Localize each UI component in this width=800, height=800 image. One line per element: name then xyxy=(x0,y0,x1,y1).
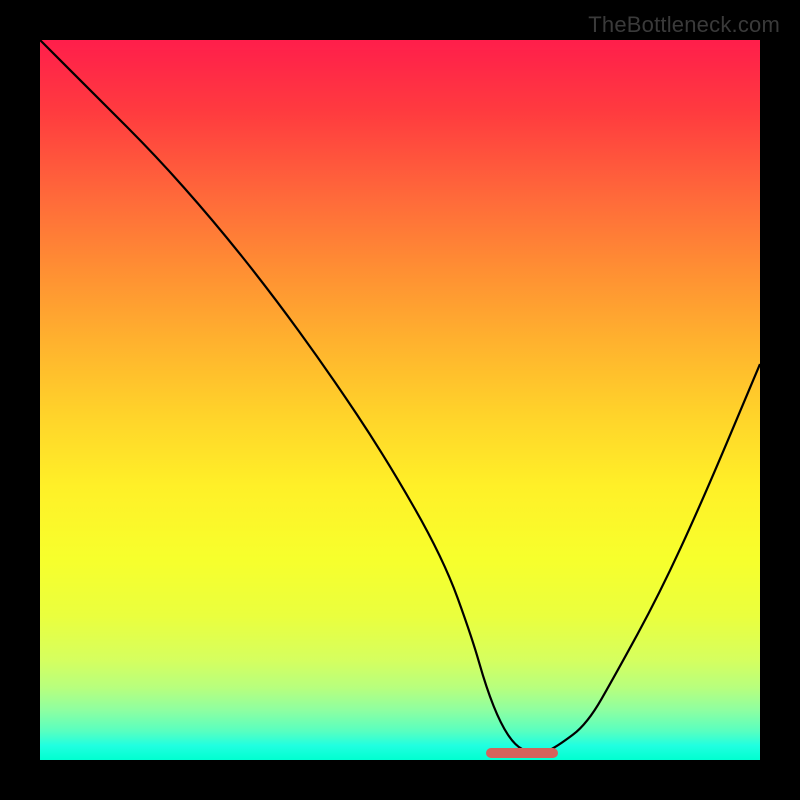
minimum-highlight xyxy=(486,748,558,758)
curve-line xyxy=(40,40,760,753)
attribution-label: TheBottleneck.com xyxy=(588,12,780,38)
bottleneck-curve xyxy=(40,40,760,760)
plot-area xyxy=(40,40,760,760)
chart-frame: TheBottleneck.com xyxy=(0,0,800,800)
